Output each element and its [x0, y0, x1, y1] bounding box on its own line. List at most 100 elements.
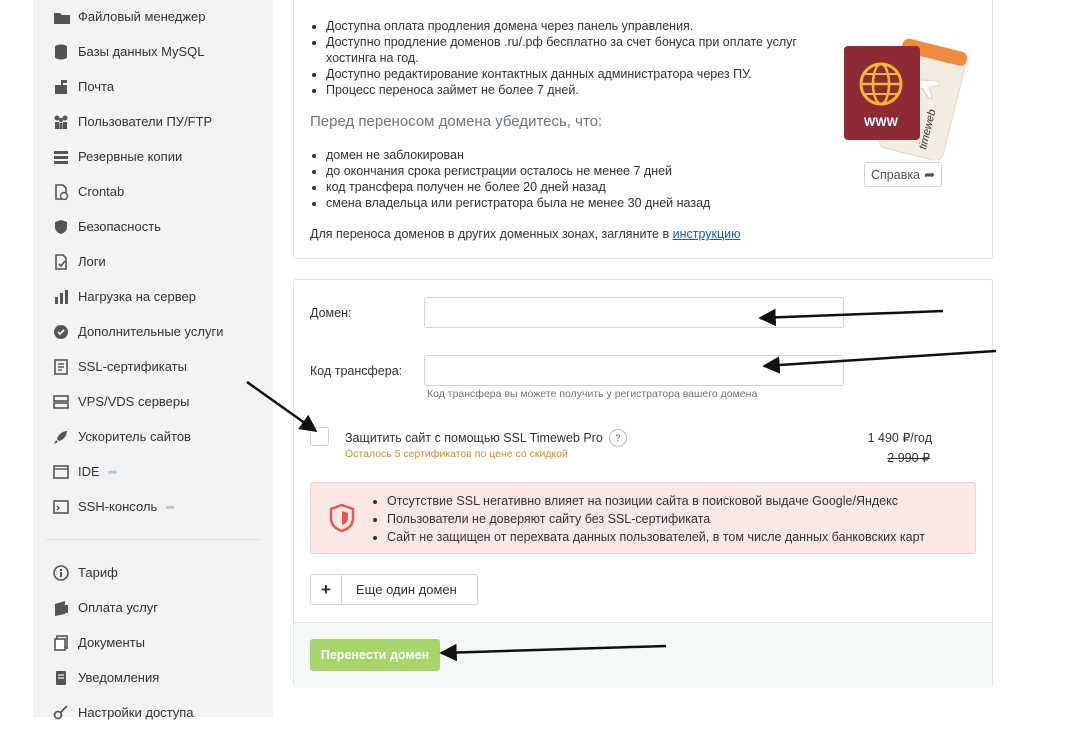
- sidebar-item[interactable]: Настройки доступа: [51, 695, 194, 730]
- sidebar-item-label: Документы: [78, 635, 146, 650]
- sidebar-item-label: Оплата услуг: [78, 600, 159, 615]
- sidebar-item[interactable]: IDE ➦: [51, 454, 118, 489]
- sidebar-item[interactable]: Логи: [51, 244, 106, 279]
- sidebar-item[interactable]: Ускоритель сайтов: [51, 419, 191, 454]
- ssl-discount-note: Осталось 5 сертификатов по цене со скидк…: [345, 448, 568, 460]
- help-question-icon[interactable]: ?: [608, 429, 627, 447]
- wallet-icon: [51, 598, 71, 618]
- sidebar-item-label: Пользователи ПУ/FTP: [78, 114, 213, 129]
- sidebar-item[interactable]: Безопасность: [51, 209, 161, 244]
- sidebar-item-label: IDE: [78, 464, 100, 479]
- database-icon: [51, 42, 71, 62]
- list-item: Доступно редактирование контактных данны…: [326, 66, 826, 82]
- folder-icon: [51, 7, 71, 27]
- transfer-code-input[interactable]: [424, 355, 844, 386]
- bar-chart-icon: [51, 287, 71, 307]
- sidebar-divider: [46, 539, 260, 540]
- notification-icon: [51, 668, 71, 688]
- sidebar-item[interactable]: Уведомления: [51, 660, 159, 695]
- ssl-old-price: 2 990 ₽: [887, 451, 930, 465]
- list-item: Пользователи не доверяют сайту без SSL-с…: [387, 510, 925, 528]
- share-arrow-icon: ➦: [924, 166, 935, 182]
- sidebar-item-label: Тариф: [78, 565, 118, 580]
- sidebar-item-label: Уведомления: [78, 670, 160, 685]
- sidebar-item[interactable]: Нагрузка на сервер: [51, 279, 196, 314]
- transfer-info-panel: Доступна оплата продления домена через п…: [293, 0, 993, 259]
- sidebar-item[interactable]: Тариф: [51, 555, 118, 590]
- sidebar-item-label: Безопасность: [78, 219, 161, 234]
- passport-illustration: timeweb WWW: [844, 38, 968, 160]
- sidebar-item[interactable]: Оплата услуг: [51, 590, 158, 625]
- terminal-icon: [51, 497, 71, 517]
- rocket-icon: [51, 427, 71, 447]
- transfer-code-label: Код трансфера:: [310, 364, 403, 378]
- server-icon: [51, 392, 71, 412]
- key-icon: [51, 703, 71, 723]
- instruction-link[interactable]: инструкцию: [673, 227, 741, 241]
- sidebar-item[interactable]: Резервные копии: [51, 139, 182, 174]
- users-icon: [51, 112, 71, 132]
- sidebar-item[interactable]: Базы данных MySQL: [51, 34, 205, 69]
- checklist-heading: Перед переносом домена убедитесь, что:: [310, 113, 603, 130]
- transfer-code-hint: Код трансфера вы можете получить у регис…: [427, 388, 758, 400]
- sidebar-item[interactable]: Почта: [51, 69, 114, 104]
- add-domain-button[interactable]: + Еще один домен: [310, 574, 478, 605]
- domain-input[interactable]: [424, 297, 844, 328]
- sidebar-item-label: Crontab: [78, 184, 125, 199]
- sidebar-item-label: Базы данных MySQL: [78, 44, 205, 59]
- info-icon: [51, 563, 71, 583]
- sidebar-item-label: SSL-сертификаты: [78, 359, 187, 374]
- sidebar-item-label: Файловый менеджер: [78, 9, 206, 24]
- passport-www-text: WWW: [864, 115, 899, 129]
- log-icon: [51, 252, 71, 272]
- sidebar-item-label: Почта: [78, 79, 115, 94]
- sidebar-item-label: Логи: [78, 254, 106, 269]
- features-list: Доступна оплата продления домена через п…: [310, 18, 826, 98]
- other-zones-label: Для переноса доменов в других доменных з…: [310, 227, 673, 241]
- add-domain-label: Еще один домен: [356, 582, 457, 597]
- list-item: до окончания срока регистрации осталось …: [326, 163, 826, 179]
- clock-document-icon: [51, 182, 71, 202]
- sidebar-item[interactable]: Дополнительные услуги: [51, 314, 223, 349]
- sidebar-item[interactable]: Crontab: [51, 174, 124, 209]
- list-item: Сайт не защищен от перехвата данных поль…: [387, 528, 925, 546]
- external-arrow-icon: ➦: [165, 499, 176, 514]
- sidebar-item-label: Резервные копии: [78, 149, 183, 164]
- certificate-icon: [51, 357, 71, 377]
- sidebar-item-label: Ускоритель сайтов: [78, 429, 191, 444]
- list-item: Доступно продление доменов .ru/.рф беспл…: [326, 34, 826, 66]
- ssl-warning-box: Отсутствие SSL негативно влияет на позиц…: [310, 482, 976, 554]
- transfer-domain-button[interactable]: Перенести домен: [310, 639, 440, 671]
- mailbox-icon: [51, 77, 71, 97]
- sidebar-item[interactable]: Пользователи ПУ/FTP: [51, 104, 212, 139]
- help-button-label: Справка: [871, 167, 921, 182]
- form-footer: Перенести домен: [294, 622, 992, 688]
- ssl-option: Защитить сайт с помощью SSL Timeweb Pro …: [345, 429, 627, 447]
- ssl-label: Защитить сайт с помощью SSL Timeweb Pro: [345, 431, 603, 445]
- list-item: код трансфера получен не более 20 дней н…: [326, 179, 826, 195]
- backup-icon: [51, 147, 71, 167]
- shield-icon: [51, 217, 71, 237]
- sidebar-item[interactable]: Документы: [51, 625, 145, 660]
- list-item: Процесс переноса займет не более 7 дней.: [326, 82, 826, 98]
- plus-icon: +: [311, 575, 342, 604]
- sidebar-item-label: VPS/VDS серверы: [78, 394, 190, 409]
- documents-icon: [51, 633, 71, 653]
- domain-label: Домен:: [310, 306, 352, 320]
- list-item: домен не заблокирован: [326, 147, 826, 163]
- sidebar-item-label: Нагрузка на сервер: [78, 289, 196, 304]
- sidebar-item[interactable]: VPS/VDS серверы: [51, 384, 190, 419]
- sidebar-item[interactable]: SSH-консоль ➦: [51, 489, 175, 524]
- badge-check-icon: [51, 322, 71, 342]
- ide-icon: [51, 462, 71, 482]
- ssl-checkbox[interactable]: [310, 427, 329, 446]
- sidebar-item-label: SSH-консоль: [78, 499, 158, 514]
- help-button[interactable]: Справка ➦: [864, 162, 942, 187]
- list-item: Доступна оплата продления домена через п…: [326, 18, 826, 34]
- external-arrow-icon: ➦: [107, 464, 118, 479]
- sidebar-item[interactable]: SSL-сертификаты: [51, 349, 187, 384]
- sidebar-item[interactable]: Файловый менеджер: [51, 0, 206, 34]
- shield-warning-icon: [329, 503, 355, 533]
- sidebar-item-label: Дополнительные услуги: [78, 324, 224, 339]
- ssl-warning-list: Отсутствие SSL негативно влияет на позиц…: [371, 492, 925, 546]
